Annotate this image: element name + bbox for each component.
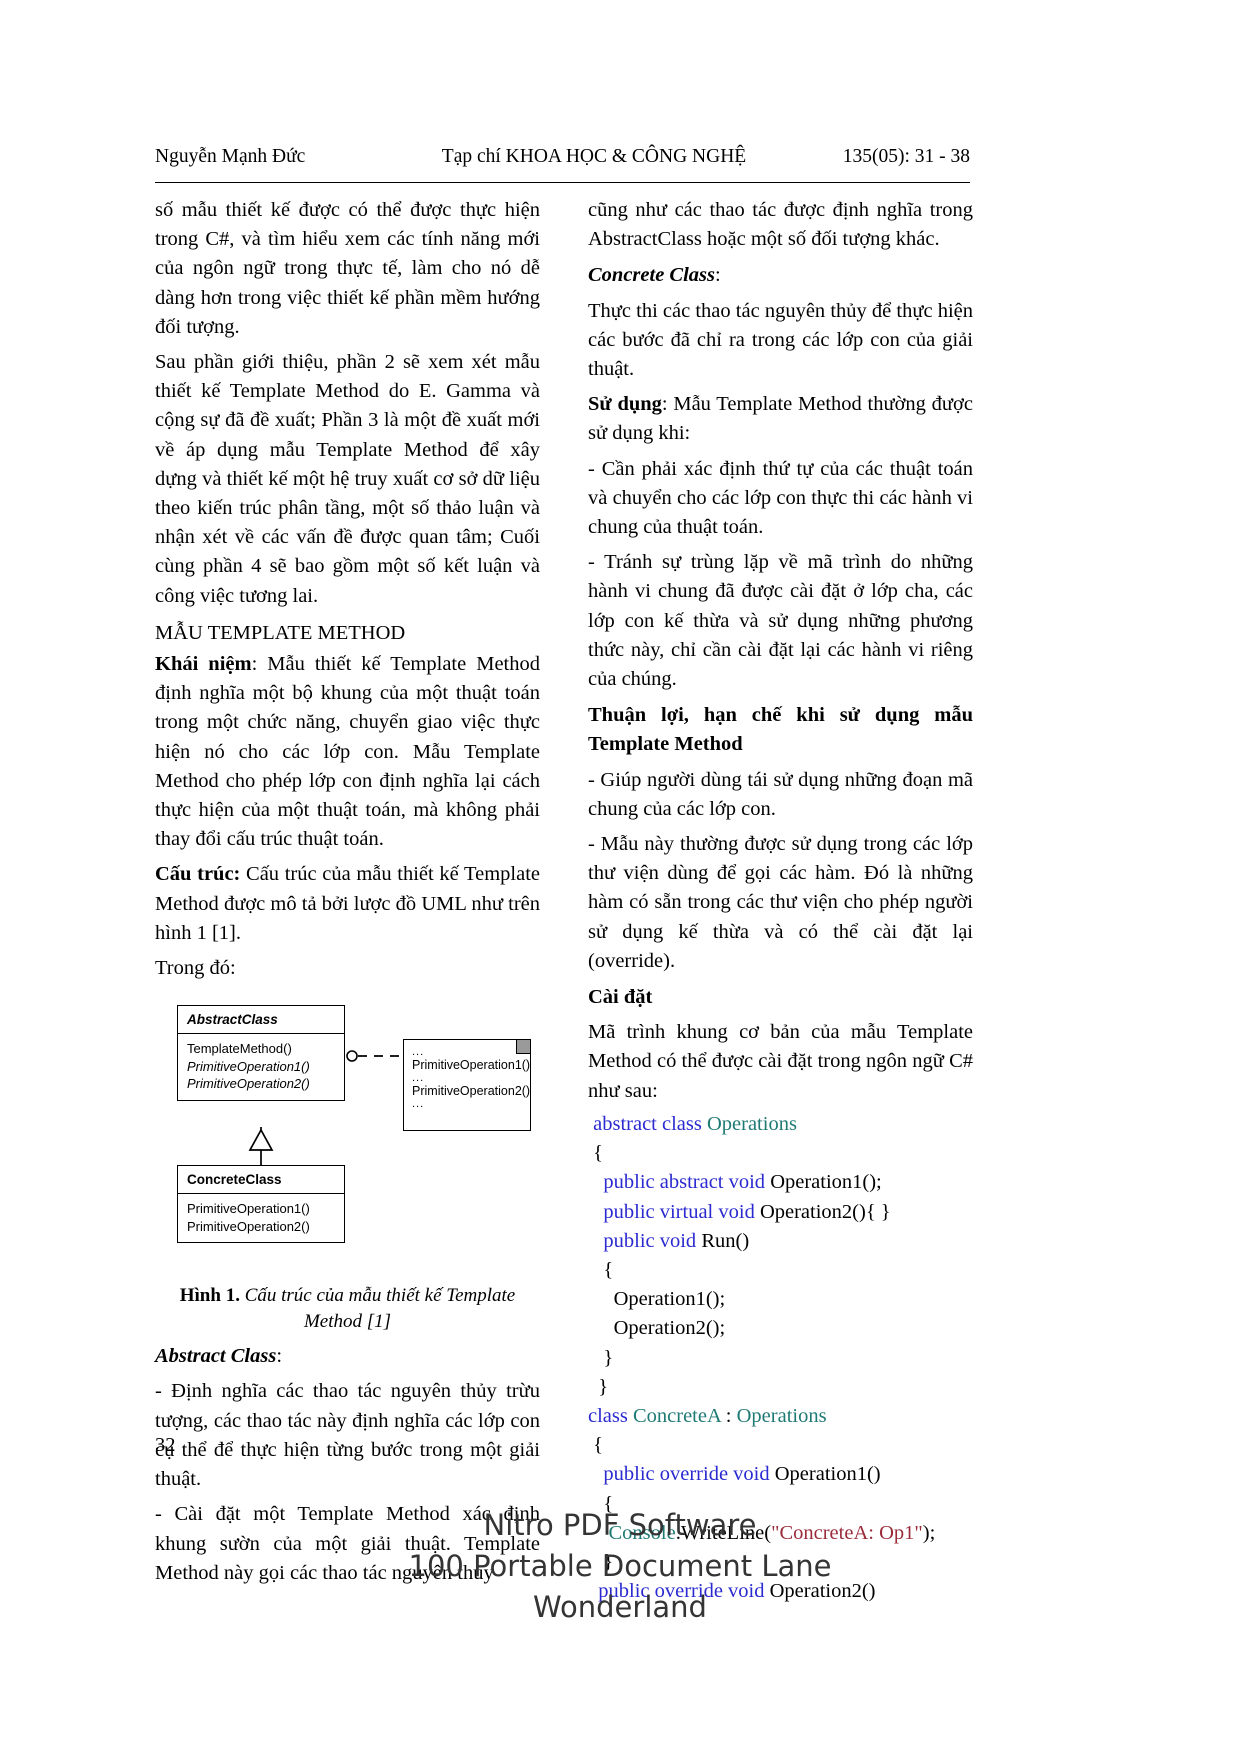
- watermark-line-2: 100 Portable Document Lane: [408, 1549, 832, 1583]
- code-token: Operation2();: [613, 1317, 726, 1340]
- code-line: }: [588, 1344, 973, 1373]
- section-heading-template-method: MẪU TEMPLATE METHOD: [155, 621, 406, 644]
- running-head-citation: 135(05): 31 - 38: [842, 146, 970, 167]
- left-column: số mẫu thiết kế được có thể được thực hi…: [155, 196, 540, 1588]
- code-token: public virtual void: [603, 1200, 760, 1223]
- code-line: public virtual void Operation2(){ }: [588, 1198, 973, 1227]
- paragraph-benefit-bullet-2: - Mẫu này thường được sử dụng trong các …: [588, 833, 973, 972]
- code-token: ConcreteA: [632, 1404, 721, 1427]
- paragraph-benefit-bullet-1: - Giúp người dùng tái sử dụng những đoạn…: [588, 768, 973, 820]
- uml-operations-abstractclass: TemplateMethod() PrimitiveOperation1() P…: [178, 1034, 344, 1100]
- code-line: }: [588, 1373, 973, 1402]
- note-fold-corner-icon: [516, 1040, 530, 1055]
- uml-figure: AbstractClass TemplateMethod() Primitive…: [155, 997, 540, 1277]
- code-line: public override void Operation1(): [588, 1460, 973, 1489]
- paragraph-khai-niem-text: : Mẫu thiết kế Template Method định nghĩ…: [155, 653, 540, 851]
- code-line: abstract class Operations: [588, 1110, 973, 1139]
- note-line: ...: [412, 1072, 425, 1085]
- paragraph-abstract-continued: cũng như các thao tác được định nghĩa tr…: [588, 199, 973, 251]
- code-token: Run(): [701, 1229, 750, 1252]
- code-line: public void Run(): [588, 1227, 973, 1256]
- watermark-line-1: Nitro PDF Software: [483, 1508, 757, 1542]
- code-token: :: [720, 1404, 737, 1427]
- note-line: ...: [412, 1098, 425, 1111]
- paragraph-trong-do: Trong đó:: [155, 957, 236, 980]
- uml-class-concreteclass: ConcreteClass PrimitiveOperation1() Prim…: [177, 1165, 345, 1244]
- code-token: Operations: [736, 1404, 827, 1427]
- uml-socket-circle: [346, 1050, 358, 1063]
- subheading-abstract-class: Abstract Class:: [155, 1342, 540, 1371]
- uml-operation: PrimitiveOperation1(): [187, 1201, 310, 1217]
- paragraph-su-dung: Sử dụng: Mẫu Template Method thường được…: [588, 390, 973, 448]
- running-head: Nguyễn Mạnh Đức Tạp chí KHOA HỌC & CÔNG …: [155, 146, 970, 168]
- uml-operations-concreteclass: PrimitiveOperation1() PrimitiveOperation…: [178, 1194, 344, 1242]
- note-line: PrimitiveOperation1(): [412, 1058, 531, 1073]
- uml-operation: PrimitiveOperation1(): [187, 1058, 310, 1074]
- subheading-thuan-loi: Thuận lợi, hạn chế khi sử dụng mẫu Templ…: [588, 704, 973, 756]
- paragraph-cau-truc: Cấu trúc: Cấu trúc của mẫu thiết kế Temp…: [155, 860, 540, 948]
- code-line: Operation1();: [588, 1285, 973, 1314]
- uml-operation: PrimitiveOperation2(): [187, 1218, 310, 1234]
- code-line: {: [588, 1256, 973, 1285]
- figure-caption-text: Cấu trúc của mẫu thiết kế Template Metho…: [239, 1285, 516, 1333]
- paragraph-cai-dat-desc: Mã trình khung cơ bản của mẫu Template M…: [588, 1021, 973, 1102]
- figure-caption: Hình 1. Cấu trúc của mẫu thiết kế Templa…: [155, 1283, 540, 1335]
- paragraph-usage-bullet-1: - Cần phải xác định thứ tự của các thuật…: [588, 457, 973, 539]
- code-token: abstract class: [593, 1112, 707, 1135]
- code-line: Operation2();: [588, 1314, 973, 1343]
- code-token: Operations: [706, 1112, 797, 1135]
- uml-generalization-arrow: [248, 1128, 274, 1152]
- code-token: Operation1(): [774, 1463, 881, 1486]
- running-head-author: Nguyễn Mạnh Đức: [155, 146, 306, 167]
- lead-in-cau-truc: Cấu trúc:: [155, 863, 241, 886]
- subheading-concrete-class-label: Concrete Class: [588, 264, 715, 287]
- code-token: public void: [603, 1229, 702, 1252]
- page-number: 32: [155, 1434, 176, 1456]
- figure-caption-number: Hình 1.: [179, 1285, 240, 1307]
- uml-class-title-abstractclass: AbstractClass: [178, 1006, 344, 1035]
- code-token: public abstract void: [603, 1171, 771, 1194]
- lead-in-khai-niem: Khái niệm: [155, 653, 252, 676]
- right-column: cũng như các thao tác được định nghĩa tr…: [588, 196, 973, 1606]
- paragraph-outline: Sau phần giới thiệu, phần 2 sẽ xem xét m…: [155, 351, 540, 607]
- code-token: public override void: [603, 1463, 775, 1486]
- code-token: {: [603, 1258, 614, 1281]
- two-column-body: số mẫu thiết kế được có thể được thực hi…: [155, 196, 973, 1602]
- uml-class-title-concreteclass: ConcreteClass: [178, 1166, 344, 1195]
- note-line: PrimitiveOperation2(): [412, 1084, 531, 1099]
- subheading-concrete-class: Concrete Class:: [588, 261, 973, 290]
- code-token: {: [593, 1142, 603, 1165]
- watermark-line-3: Wonderland: [533, 1590, 707, 1624]
- code-token: {: [593, 1434, 603, 1457]
- code-token: class: [588, 1404, 633, 1427]
- pdf-watermark: Nitro PDF Software 100 Portable Document…: [0, 1505, 1240, 1628]
- subheading-abstract-class-colon: :: [276, 1345, 283, 1368]
- subheading-abstract-class-label: Abstract Class: [155, 1345, 277, 1368]
- paragraph-concrete-class-desc: Thực thi các thao tác nguyên thủy để thự…: [588, 299, 973, 381]
- header-divider-rule: [155, 182, 970, 183]
- code-token: }: [598, 1375, 609, 1398]
- code-line: class ConcreteA : Operations: [588, 1402, 973, 1431]
- uml-operation: PrimitiveOperation2(): [187, 1076, 310, 1092]
- lead-in-su-dung: Sử dụng: [588, 393, 662, 416]
- code-line: {: [588, 1139, 973, 1168]
- note-line: ...: [412, 1046, 425, 1059]
- uml-class-abstractclass: AbstractClass TemplateMethod() Primitive…: [177, 1005, 345, 1101]
- subheading-cai-dat: Cài đặt: [588, 986, 653, 1009]
- uml-note-box: ... PrimitiveOperation1() ... PrimitiveO…: [403, 1039, 531, 1132]
- paragraph-khai-niem: Khái niệm: Mẫu thiết kế Template Method …: [155, 650, 540, 854]
- code-line: {: [588, 1431, 973, 1460]
- code-token: }: [603, 1346, 614, 1369]
- subheading-concrete-class-colon: :: [715, 264, 721, 287]
- document-page: Nguyễn Mạnh Đức Tạp chí KHOA HỌC & CÔNG …: [0, 0, 1240, 1754]
- code-token: Operation2(){ }: [759, 1200, 891, 1223]
- running-head-journal: Tạp chí KHOA HỌC & CÔNG NGHỆ: [441, 146, 747, 167]
- paragraph-abstract-bullet-1: - Định nghĩa các thao tác nguyên thủy tr…: [155, 1380, 540, 1491]
- code-token: Operation1();: [613, 1288, 726, 1311]
- code-line: public abstract void Operation1();: [588, 1168, 973, 1197]
- code-token: Operation1();: [770, 1171, 882, 1194]
- paragraph-intro-continued: số mẫu thiết kế được có thể được thực hi…: [155, 199, 540, 338]
- uml-operation: TemplateMethod(): [187, 1041, 292, 1057]
- paragraph-usage-bullet-2: - Tránh sự trùng lặp về mã trình do nhữn…: [588, 551, 973, 691]
